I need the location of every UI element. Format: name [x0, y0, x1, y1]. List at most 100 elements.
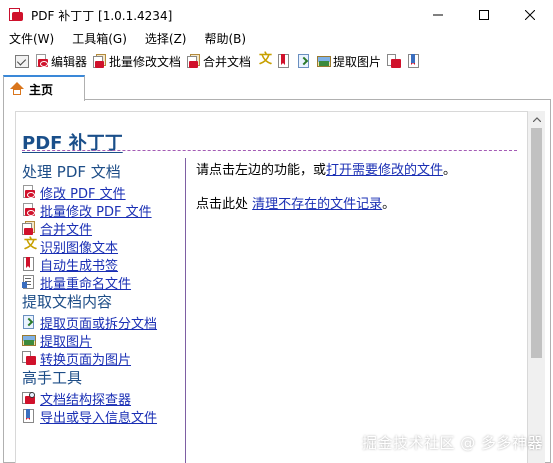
extract-pages-icon	[297, 54, 311, 68]
toolbar-merge-label: 合并文档	[203, 54, 252, 69]
link-structure-explorer[interactable]: 文档结构探查器	[22, 389, 187, 408]
menu-bar: 文件(W) 工具箱(G) 选择(Z) 帮助(B)	[0, 30, 553, 49]
link-export-import-info-label[interactable]: 导出或导入信息文件	[40, 407, 157, 426]
link-merge-files-label[interactable]: 合并文件	[40, 219, 92, 238]
link-batch-rename-label[interactable]: 批量重命名文件	[40, 273, 131, 292]
link-auto-bookmark[interactable]: 自动生成书签	[22, 255, 187, 274]
instructions-panel: 请点击左边的功能，或打开需要修改的文件。 点击此处 清理不存在的文件记录。	[196, 161, 516, 215]
clean-records-link[interactable]: 清理不存在的文件记录	[252, 197, 382, 212]
image-icon	[22, 333, 36, 347]
toolbar-ocr-button[interactable]: 文	[254, 50, 274, 72]
app-icon	[9, 8, 23, 22]
toolbar-extract-pages-button[interactable]	[294, 50, 314, 72]
merge-icon	[187, 54, 201, 68]
instruction-line-open: 请点击左边的功能，或打开需要修改的文件。	[196, 161, 516, 181]
link-batch-edit-pdf[interactable]: 批量修改 PDF 文件	[22, 201, 187, 220]
menu-file[interactable]: 文件(W)	[0, 30, 63, 49]
menu-help[interactable]: 帮助(B)	[196, 30, 256, 49]
image-icon	[317, 54, 332, 68]
batch-pdf-icon	[93, 54, 107, 68]
toolbar-info-button[interactable]	[404, 50, 424, 72]
checkbox-icon	[15, 54, 29, 68]
bookmark-icon	[22, 257, 36, 271]
minimize-icon	[433, 14, 443, 16]
home-page: PDF 补丁丁 处理 PDF 文档 修改 PDF 文件 批量修改 PDF 文件 …	[15, 111, 528, 463]
bookmark-icon	[277, 54, 291, 68]
title-bar: PDF 补丁丁 [1.0.1.4234]	[0, 0, 553, 30]
link-ocr-label[interactable]: 识别图像文本	[40, 237, 118, 256]
link-auto-bookmark-label[interactable]: 自动生成书签	[40, 255, 118, 274]
instruction-open-prefix: 请点击左边的功能，或	[196, 163, 327, 178]
link-export-import-info[interactable]: 导出或导入信息文件	[22, 407, 187, 426]
open-file-link[interactable]: 打开需要修改的文件	[326, 163, 443, 178]
link-extract-pages[interactable]: 提取页面或拆分文档	[22, 313, 187, 332]
link-ocr[interactable]: 文 识别图像文本	[22, 237, 187, 256]
toolbar-extract-images-label: 提取图片	[333, 54, 382, 69]
batch-pdf-icon	[22, 203, 36, 217]
link-extract-pages-label[interactable]: 提取页面或拆分文档	[40, 313, 157, 332]
menu-select[interactable]: 选择(Z)	[136, 30, 196, 49]
ocr-icon: 文	[259, 52, 273, 67]
toolbar-batch-edit-label: 批量修改文档	[109, 54, 182, 69]
scroll-up-button[interactable]	[528, 111, 545, 128]
watermark: 掘金技术社区 @ 多多神器	[361, 434, 543, 452]
section-heading-process: 处理 PDF 文档	[22, 163, 121, 181]
vertical-scrollbar[interactable]	[528, 111, 545, 463]
menu-toolbox[interactable]: 工具箱(G)	[63, 30, 136, 49]
maximize-icon	[479, 10, 489, 20]
link-extract-images-label[interactable]: 提取图片	[40, 331, 92, 350]
link-structure-explorer-label[interactable]: 文档结构探查器	[40, 389, 131, 408]
tab-home[interactable]: 主页	[3, 75, 85, 101]
instruction-clean-prefix: 点击此处	[196, 197, 253, 212]
link-convert-pages-label[interactable]: 转换页面为图片	[40, 349, 131, 368]
info-file-icon	[22, 409, 36, 423]
link-merge-files[interactable]: 合并文件	[22, 219, 187, 238]
chevron-up-icon	[532, 117, 541, 122]
extract-pages-icon	[22, 315, 36, 329]
link-batch-edit-pdf-label[interactable]: 批量修改 PDF 文件	[40, 201, 152, 220]
pdf-icon	[35, 54, 49, 68]
scrollbar-thumb[interactable]	[531, 128, 542, 358]
instruction-clean-suffix: 。	[382, 197, 396, 212]
info-file-icon	[407, 54, 421, 68]
close-icon	[525, 10, 535, 20]
window-controls	[415, 0, 553, 30]
toolbar-merge-button[interactable]: 合并文档	[184, 50, 254, 72]
ocr-icon: 文	[24, 237, 38, 252]
section-heading-advanced: 高手工具	[22, 369, 83, 387]
instruction-open-suffix: 。	[443, 163, 457, 178]
function-list: 处理 PDF 文档 修改 PDF 文件 批量修改 PDF 文件 合并文件 文 识…	[22, 161, 187, 426]
toolbar: 编辑器 批量修改文档 合并文档 文 提取图片	[0, 50, 553, 72]
link-edit-pdf-label[interactable]: 修改 PDF 文件	[40, 183, 126, 202]
instruction-line-clean: 点击此处 清理不存在的文件记录。	[196, 195, 516, 215]
title-divider	[22, 150, 517, 151]
page-title: PDF 补丁丁	[22, 133, 123, 154]
convert-icon	[22, 351, 36, 365]
rename-icon	[22, 275, 36, 289]
toolbar-editor-button[interactable]: 编辑器	[32, 50, 90, 72]
section-heading-extract: 提取文档内容	[22, 293, 113, 311]
toolbar-editor-label: 编辑器	[51, 54, 88, 69]
link-batch-rename[interactable]: 批量重命名文件	[22, 273, 187, 292]
structure-icon	[22, 391, 36, 405]
convert-icon	[387, 54, 402, 68]
toolbar-batch-edit-button[interactable]: 批量修改文档	[90, 50, 184, 72]
tab-home-label: 主页	[29, 82, 54, 97]
toolbar-check-button[interactable]	[12, 50, 32, 72]
content-frame: PDF 补丁丁 处理 PDF 文档 修改 PDF 文件 批量修改 PDF 文件 …	[3, 99, 551, 463]
link-convert-pages[interactable]: 转换页面为图片	[22, 349, 187, 368]
toolbar-extract-images-button[interactable]: 提取图片	[314, 50, 384, 72]
toolbar-bookmark-button[interactable]	[274, 50, 294, 72]
link-edit-pdf[interactable]: 修改 PDF 文件	[22, 183, 187, 202]
home-icon	[10, 82, 24, 96]
window-title: PDF 补丁丁 [1.0.1.4234]	[31, 8, 173, 23]
maximize-button[interactable]	[461, 0, 507, 30]
pdf-icon	[22, 185, 36, 199]
merge-icon	[22, 221, 36, 235]
minimize-button[interactable]	[415, 0, 461, 30]
toolbar-convert-button[interactable]	[384, 50, 404, 72]
tab-strip: 主页	[0, 73, 553, 101]
link-extract-images[interactable]: 提取图片	[22, 331, 187, 350]
close-button[interactable]	[507, 0, 553, 30]
